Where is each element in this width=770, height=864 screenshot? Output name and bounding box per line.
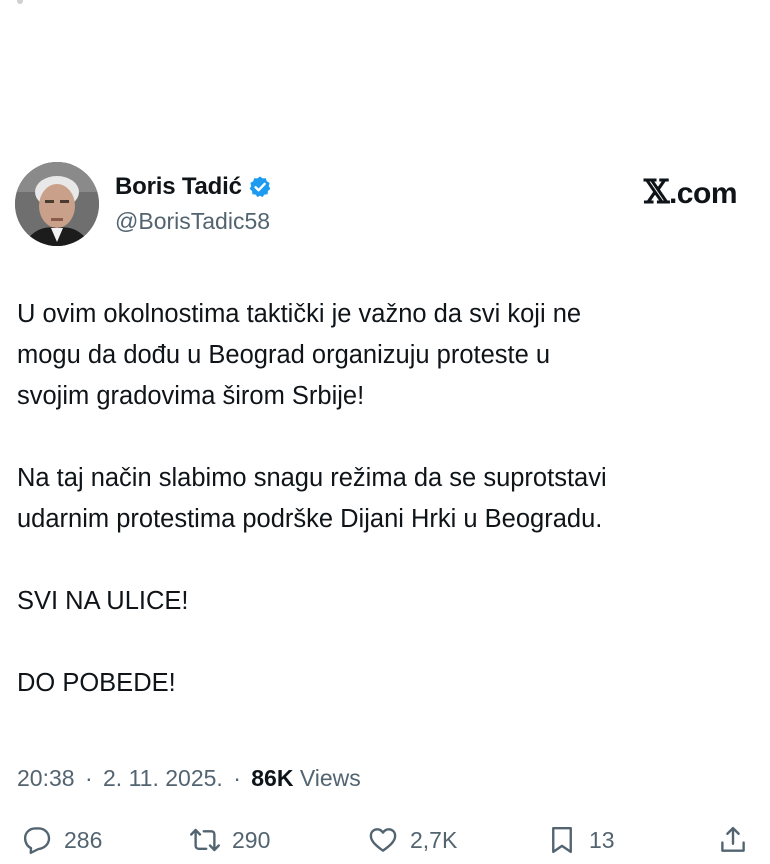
name-row: Boris Tadić <box>115 172 272 202</box>
action-bar: 286 290 2,7K 13 <box>0 820 770 860</box>
repost-count: 290 <box>232 826 271 853</box>
like-button[interactable]: 2,7K <box>368 820 457 860</box>
repost-button[interactable]: 290 <box>190 820 270 860</box>
views-count: 86K <box>251 765 294 791</box>
post-meta: 20:38 · 2. 11. 2025. · 86K Views <box>17 765 361 792</box>
top-edge-mark <box>17 0 23 4</box>
meta-separator: · <box>233 765 241 791</box>
like-count: 2,7K <box>410 826 458 853</box>
reply-count: 286 <box>64 826 103 853</box>
views-label: Views <box>299 765 361 791</box>
post-text: U ovim okolnostima taktički je važno da … <box>17 294 757 704</box>
share-button[interactable] <box>718 820 748 860</box>
post-date[interactable]: 2. 11. 2025. <box>103 765 223 791</box>
site-domain-text: .com <box>668 177 738 210</box>
bookmark-count: 13 <box>589 826 615 853</box>
post-time[interactable]: 20:38 <box>17 765 75 791</box>
bookmark-button[interactable]: 13 <box>547 820 615 860</box>
post-paragraph: Na taj način slabimo snagu režima da se … <box>17 464 607 533</box>
author-handle[interactable]: @BorisTadic58 <box>115 208 272 235</box>
meta-separator: · <box>84 765 93 791</box>
author-display-name[interactable]: Boris Tadić <box>115 173 242 201</box>
reply-icon <box>23 827 51 855</box>
post-paragraph: U ovim okolnostima taktički je važno da … <box>17 300 582 410</box>
avatar-photo <box>15 162 99 246</box>
bookmark-icon <box>552 826 572 854</box>
author-block: Boris Tadić @BorisTadic58 <box>115 172 272 235</box>
reply-button[interactable]: 286 <box>22 820 102 860</box>
repost-icon <box>190 828 220 852</box>
avatar[interactable] <box>15 162 99 246</box>
site-label: 𝕏.com <box>643 172 738 211</box>
post-header: Boris Tadić @BorisTadic58 𝕏.com <box>15 162 755 248</box>
post-paragraph: SVI NA ULICE! <box>17 587 189 615</box>
x-logo-icon: 𝕏 <box>643 172 670 211</box>
share-icon <box>721 826 745 852</box>
verified-badge-icon <box>248 175 272 199</box>
like-icon <box>369 828 397 852</box>
post-paragraph: DO POBEDE! <box>17 669 176 697</box>
